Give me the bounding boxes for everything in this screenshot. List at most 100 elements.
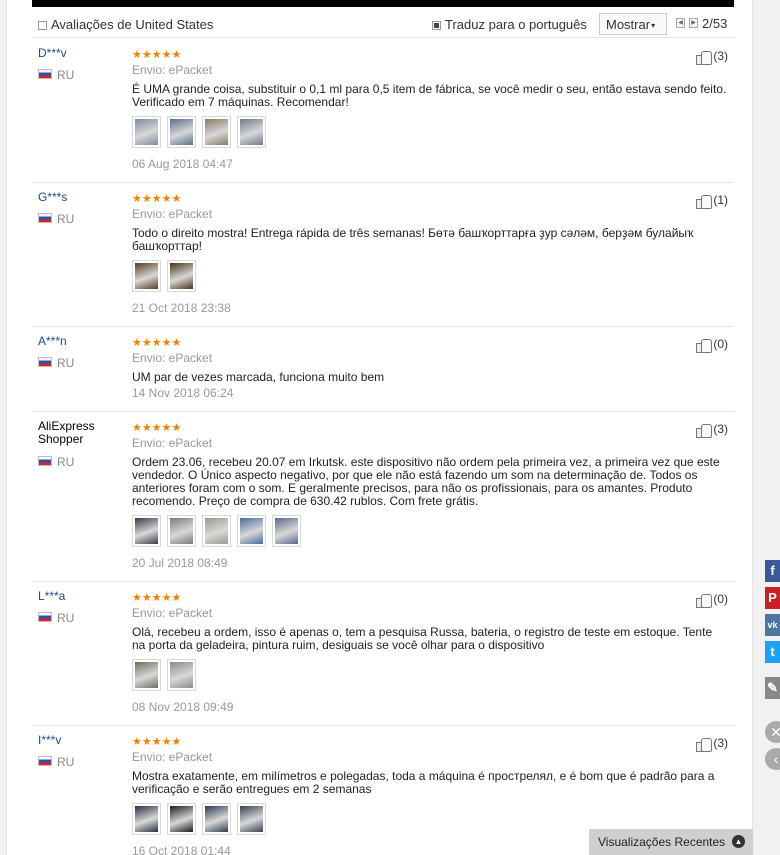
- review-username[interactable]: L***a: [38, 590, 118, 603]
- review-photo-thumbnail[interactable]: [167, 659, 196, 691]
- show-select[interactable]: Mostrar▾: [599, 13, 667, 35]
- helpful-button[interactable]: (3): [696, 49, 728, 65]
- review-photo-thumbnail[interactable]: [132, 803, 161, 835]
- review-photos: [132, 803, 266, 835]
- vk-icon: vk: [767, 620, 778, 630]
- review-photo-thumbnail[interactable]: [237, 515, 266, 547]
- review-country: RU: [57, 755, 75, 769]
- review-photo-thumbnail[interactable]: [132, 659, 161, 691]
- review-photo-thumbnail[interactable]: [132, 260, 161, 292]
- reviews-from-checkbox[interactable]: [38, 21, 47, 31]
- review-photo-thumbnail[interactable]: [167, 515, 196, 547]
- review-photo-thumbnail[interactable]: [167, 116, 196, 148]
- flag-ru-icon: [38, 357, 52, 367]
- shipping-method: Envio: ePacket: [132, 351, 213, 365]
- rating-stars: ★★★★★: [132, 592, 182, 604]
- page-indicator: 2/53: [702, 16, 728, 31]
- review-photo-thumbnail[interactable]: [167, 260, 196, 292]
- review-date: 14 Nov 2018 06:24: [132, 386, 234, 400]
- pinterest-icon: P: [768, 590, 777, 605]
- review-text: Olá, recebeu a ordem, isso é apenas o, t…: [132, 625, 713, 652]
- review-text: Mostra exatamente, em milímetros e poleg…: [132, 769, 715, 796]
- review-item: A***n RU ★★★★★ Envio: ePacket UM par de veze…: [32, 327, 734, 412]
- vk-share-button[interactable]: vk: [765, 614, 780, 636]
- facebook-icon: f: [770, 563, 775, 578]
- thumbs-up-icon: [696, 50, 713, 65]
- helpful-count: (1): [713, 193, 728, 207]
- shipping-method: Envio: ePacket: [132, 436, 213, 450]
- reviews-from-filter[interactable]: Avaliações de United States: [38, 17, 213, 32]
- review-item: D***v RU ★★★★★ Envio: ePacket É UMA grande c…: [32, 39, 734, 183]
- review-photos: [132, 515, 301, 547]
- review-photo-thumbnail[interactable]: [202, 116, 231, 148]
- flag-ru-icon: [38, 756, 52, 766]
- review-country: RU: [57, 455, 75, 469]
- close-icon: ✕: [770, 724, 780, 740]
- shipping-method: Envio: ePacket: [132, 207, 213, 221]
- translate-toggle[interactable]: Traduz para o português: [432, 17, 587, 32]
- helpful-button[interactable]: (0): [696, 337, 728, 353]
- review-username[interactable]: D***v: [38, 47, 118, 60]
- review-text: Todo o direito mostra! Entrega rápida de…: [132, 226, 694, 253]
- review-photo-thumbnail[interactable]: [167, 803, 196, 835]
- next-page-button[interactable]: ▶: [689, 18, 698, 28]
- twitter-icon: t: [770, 644, 775, 659]
- helpful-count: (3): [713, 736, 728, 750]
- prev-page-button[interactable]: ◀: [676, 18, 685, 28]
- review-country: RU: [57, 611, 75, 625]
- flag-ru-icon: [38, 456, 52, 466]
- helpful-button[interactable]: (1): [696, 193, 728, 209]
- shipping-method: Envio: ePacket: [132, 63, 213, 77]
- reviews-from-label: Avaliações de United States: [51, 17, 214, 32]
- shipping-method: Envio: ePacket: [132, 750, 213, 764]
- review-photo-thumbnail[interactable]: [202, 515, 231, 547]
- review-item: G***s RU ★★★★★ Envio: ePacket Todo o direito…: [32, 183, 734, 327]
- helpful-button[interactable]: (3): [696, 422, 728, 438]
- helpful-count: (0): [713, 592, 728, 606]
- review-photo-thumbnail[interactable]: [237, 803, 266, 835]
- review-item: L***a RU ★★★★★ Envio: ePacket Olá, recebeu a…: [32, 582, 734, 726]
- review-photo-thumbnail[interactable]: [237, 116, 266, 148]
- thumbs-up-icon: [696, 737, 713, 752]
- review-item: AliExpress Shopper RU ★★★★★ Envio: ePacket O…: [32, 412, 734, 582]
- review-username[interactable]: I***v: [38, 734, 118, 747]
- flag-ru-icon: [38, 612, 52, 622]
- facebook-share-button[interactable]: f: [765, 560, 780, 582]
- show-select-label: Mostrar: [606, 17, 651, 32]
- helpful-count: (3): [713, 422, 728, 436]
- helpful-button[interactable]: (0): [696, 592, 728, 608]
- chevron-down-icon: ▾: [651, 21, 656, 31]
- recent-views-bar[interactable]: Visualizações Recentes ▲: [589, 829, 753, 855]
- pinterest-share-button[interactable]: P: [765, 587, 780, 609]
- top-divider: [32, 0, 734, 7]
- review-photo-thumbnail[interactable]: [272, 515, 301, 547]
- page: Avaliações de United States Traduz para …: [0, 0, 780, 855]
- review-country: RU: [57, 356, 75, 370]
- review-photo-thumbnail[interactable]: [202, 803, 231, 835]
- review-country: RU: [57, 212, 75, 226]
- helpful-button[interactable]: (3): [696, 736, 728, 752]
- thumbs-up-icon: [696, 423, 713, 438]
- review-username[interactable]: A***n: [38, 335, 118, 348]
- translate-label: Traduz para o português: [445, 17, 587, 32]
- translate-checkbox[interactable]: [432, 21, 441, 31]
- thumbs-up-icon: [696, 194, 713, 209]
- review-photos: [132, 659, 196, 691]
- review-country: RU: [57, 68, 75, 82]
- review-photo-thumbnail[interactable]: [132, 515, 161, 547]
- thumbs-up-icon: [696, 338, 713, 353]
- review-photo-thumbnail[interactable]: [132, 116, 161, 148]
- reviews-toolbar: Avaliações de United States Traduz para …: [32, 12, 734, 38]
- helpful-count: (3): [713, 49, 728, 63]
- twitter-share-button[interactable]: t: [765, 641, 780, 663]
- chevron-icon: ‹: [773, 751, 779, 767]
- edit-button[interactable]: ✎: [765, 677, 780, 699]
- rating-stars: ★★★★★: [132, 49, 182, 61]
- recent-views-label: Visualizações Recentes: [598, 835, 726, 849]
- rating-stars: ★★★★★: [132, 736, 182, 748]
- close-button[interactable]: ✕: [765, 721, 780, 743]
- rating-stars: ★★★★★: [132, 193, 182, 205]
- helpful-count: (0): [713, 337, 728, 351]
- collapse-button[interactable]: ‹: [765, 748, 780, 770]
- review-username[interactable]: G***s: [38, 191, 118, 204]
